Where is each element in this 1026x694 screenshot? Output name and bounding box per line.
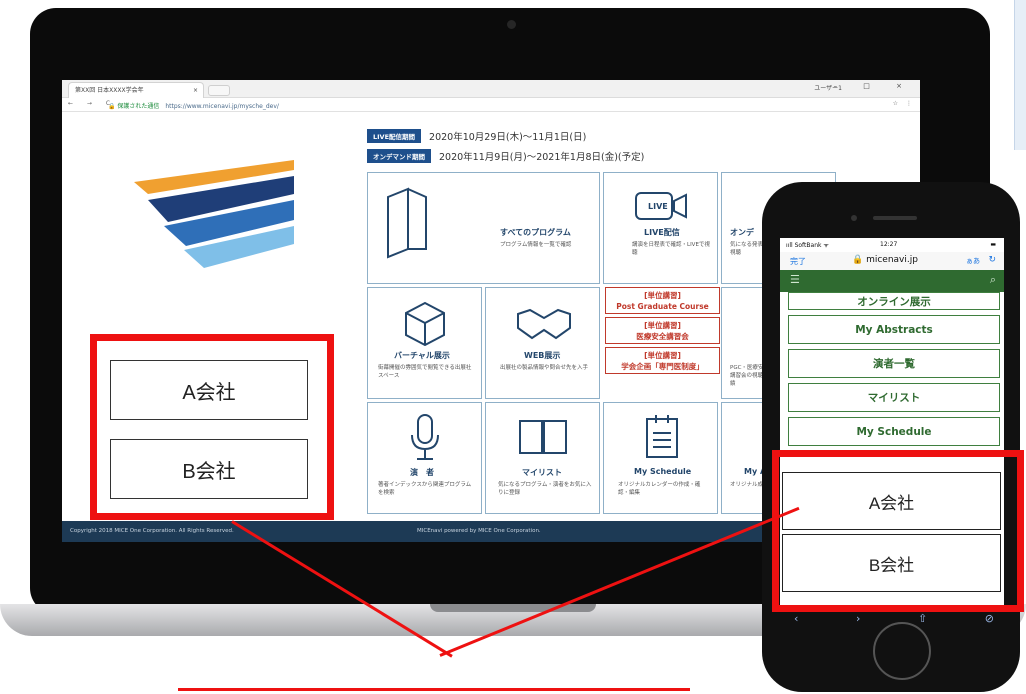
- done-button[interactable]: 完了: [790, 256, 806, 267]
- tile-myschedule-title: My Schedule: [634, 467, 692, 476]
- bottom-callout-line: [178, 688, 690, 691]
- phone-home-button[interactable]: [873, 622, 931, 680]
- search-icon[interactable]: ⌕: [990, 273, 996, 287]
- clipboard-icon: [646, 415, 678, 458]
- browser-tabbar: 第XX回 日本XXXX学会年 × ユーザー1 – □ ×: [62, 80, 920, 98]
- tile-mylist-desc: 気になるプログラム・演者をお気に入りに登録: [498, 482, 592, 496]
- unit-specialist-line1: [単位講習]: [644, 351, 681, 360]
- phone-url[interactable]: 🔒 micenavi.jp: [852, 255, 918, 265]
- phone-highlight-frame: [772, 450, 1024, 612]
- reload-icon[interactable]: ↻: [988, 255, 996, 265]
- unit-specialist-button[interactable]: [単位講習] 学会企画「専門医制度」: [605, 347, 720, 374]
- tile-web-exhibition[interactable]: WEB展示 出展社の製品情報や問合せ先を入手: [485, 287, 600, 399]
- phone-menu-speakers[interactable]: 演者一覧: [788, 349, 1000, 378]
- ondemand-period-dates: 2020年11月9日(月)〜2021年1月8日(金)(予定): [439, 152, 645, 163]
- browser-tab[interactable]: 第XX回 日本XXXX学会年 ×: [68, 82, 204, 98]
- tile-all-programs-title: すべてのプログラム: [500, 228, 571, 237]
- microphone-icon: [411, 414, 439, 460]
- live-period-row: LIVE配信期間 2020年10月29日(木)〜11月1日(日): [367, 128, 586, 144]
- phone-menu-online-exhibition[interactable]: オンライン展示: [788, 292, 1000, 310]
- text-size-button[interactable]: ぁあ: [966, 256, 980, 266]
- tile-live-title: LIVE配信: [644, 228, 680, 237]
- unit-pgc-button[interactable]: [単位講習] Post Graduate Course: [605, 287, 720, 314]
- carrier-signal: ııll SoftBank ᯤ: [786, 242, 829, 249]
- cube-icon: [405, 301, 445, 346]
- battery-icon: ▬: [990, 241, 996, 248]
- phone-camera: [851, 215, 857, 221]
- tile-virtual-exhibition[interactable]: バーチャル展示 街幕開催の雰囲気で閲覧できる出展社スペース: [367, 287, 482, 399]
- laptop-camera: [507, 20, 516, 29]
- tile-mylist-title: マイリスト: [522, 468, 562, 477]
- hamburger-menu-icon[interactable]: ☰: [790, 273, 800, 286]
- url-text: https://www.micenavi.jp/mysche_dev/: [165, 103, 279, 110]
- tile-speakers-desc: 著者インデックスから関連プログラムを検索: [378, 482, 472, 496]
- tile-speakers-title: 演 者: [410, 468, 434, 477]
- tile-live-desc: 講演を日程表で確認・LIVEで視聴: [632, 242, 710, 256]
- phone-menu-my-abstracts[interactable]: My Abstracts: [788, 315, 1000, 344]
- tile-all-programs[interactable]: すべてのプログラム プログラム情報を一覧で確認: [367, 172, 600, 284]
- tile-ondemand-title: オンデ: [730, 228, 754, 237]
- tile-virtual-desc: 街幕開催の雰囲気で閲覧できる出展社スペース: [378, 365, 472, 379]
- unit-safety-line2: 医療安全講習会: [636, 332, 689, 341]
- live-period-badge: LIVE配信期間: [367, 129, 422, 143]
- tile-virtual-title: バーチャル展示: [394, 351, 450, 360]
- tile-myschedule-desc: オリジナルカレンダーの作成・確認・編集: [618, 482, 701, 496]
- unit-specialist-line2: 学会企画「専門医制度」: [621, 362, 704, 371]
- browser-urlbar: ← → C 🔒 保護された通信 https://www.micenavi.jp/…: [62, 98, 920, 112]
- footer-copyright: Copyright 2018 MICE One Corporation. All…: [70, 528, 234, 534]
- handshake-icon: [517, 308, 571, 340]
- tile-all-programs-desc: プログラム情報を一覧で確認: [500, 242, 572, 248]
- phone-urlbar: 完了 🔒 micenavi.jp ぁあ ↻: [780, 252, 1004, 270]
- phone-menu-mylist[interactable]: マイリスト: [788, 383, 1000, 412]
- bookmark-star-icon[interactable]: ☆: [893, 100, 898, 107]
- phone-status-bar: ııll SoftBank ᯤ 12:27 ▬: [780, 238, 1004, 252]
- phone-speaker: [873, 216, 917, 220]
- address-field[interactable]: 🔒 保護された通信 https://www.micenavi.jp/mysche…: [108, 101, 279, 110]
- ondemand-period-badge: オンデマンド期間: [367, 149, 431, 163]
- phone-toolbar-buttons: ‹ › ⇧ ⊘: [794, 612, 994, 625]
- unit-pgc-line1: [単位講習]: [644, 291, 681, 300]
- window-controls[interactable]: – □ ×: [834, 82, 914, 90]
- book-icon: [387, 187, 427, 259]
- phone-menu-list: オンライン展示 My Abstracts 演者一覧 マイリスト My Sched…: [788, 292, 1000, 451]
- live-icon-label: LIVE: [648, 202, 668, 211]
- open-book-icon: [519, 420, 567, 454]
- tile-live[interactable]: LIVE LIVE配信 講演を日程表で確認・LIVEで視聴: [603, 172, 718, 284]
- secure-label: 🔒 保護された通信: [108, 103, 160, 110]
- unit-pgc-line2: Post Graduate Course: [616, 302, 709, 311]
- laptop-notch: [430, 604, 596, 612]
- phone-share-icon[interactable]: ⇧: [918, 612, 927, 625]
- phone-back-icon[interactable]: ‹: [794, 612, 798, 625]
- pc-highlight-frame: [90, 334, 334, 520]
- phone-menu-myschedule[interactable]: My Schedule: [788, 417, 1000, 446]
- background-window-strip: [1014, 0, 1026, 150]
- unit-safety-line1: [単位講習]: [644, 321, 681, 330]
- tab-title: 第XX回 日本XXXX学会年: [75, 87, 144, 94]
- tab-close-icon[interactable]: ×: [193, 83, 198, 98]
- status-time: 12:27: [880, 241, 898, 248]
- ondemand-period-row: オンデマンド期間 2020年11月9日(月)〜2021年1月8日(金)(予定): [367, 148, 644, 164]
- phone-site-nav: ☰ ⌕: [780, 270, 1004, 292]
- tile-web-desc: 出展社の製品情報や問合せ先を入手: [500, 365, 589, 371]
- new-tab-button[interactable]: [208, 85, 230, 96]
- phone-compass-icon[interactable]: ⊘: [985, 612, 994, 625]
- footer-powered: MICEnavi powered by MICE One Corporation…: [417, 528, 541, 534]
- live-period-dates: 2020年10月29日(木)〜11月1日(日): [429, 132, 587, 143]
- site-logo: [134, 160, 294, 268]
- tile-mylist[interactable]: マイリスト 気になるプログラム・演者をお気に入りに登録: [485, 402, 600, 514]
- unit-safety-button[interactable]: [単位講習] 医療安全講習会: [605, 317, 720, 344]
- tile-myschedule[interactable]: My Schedule オリジナルカレンダーの作成・確認・編集: [603, 402, 718, 514]
- browser-menu-icon[interactable]: ⋮: [906, 100, 912, 107]
- tile-web-title: WEB展示: [524, 351, 561, 360]
- phone-forward-icon[interactable]: ›: [856, 612, 860, 625]
- tile-speakers[interactable]: 演 者 著者インデックスから関連プログラムを検索: [367, 402, 482, 514]
